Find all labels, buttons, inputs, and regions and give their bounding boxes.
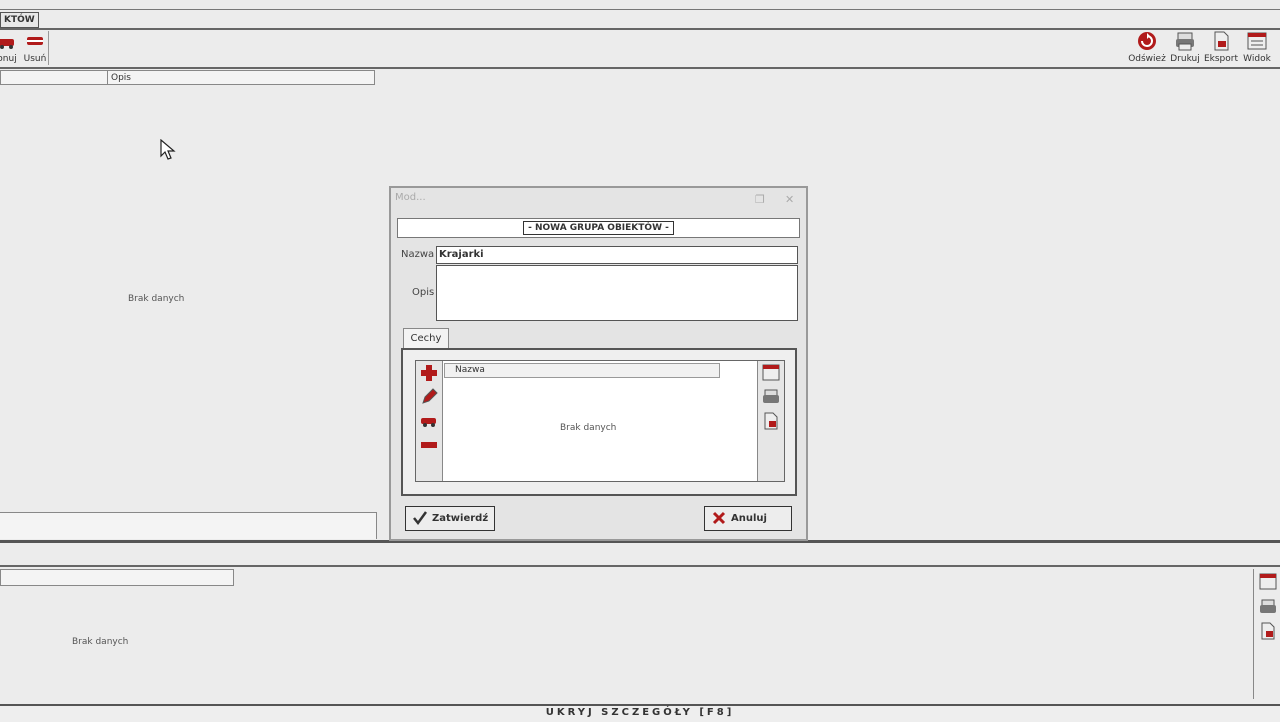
confirm-button-label: Zatwierdź — [432, 513, 489, 524]
dialog-header: - NOWA GRUPA OBIEKTÓW - — [397, 218, 800, 238]
grid-left-toolbar — [416, 361, 443, 481]
features-panel: Nazwa Brak danych — [401, 348, 797, 496]
grid-print-icon[interactable] — [761, 387, 781, 407]
grid-column-name[interactable]: Nazwa — [444, 363, 720, 378]
export-icon — [1214, 31, 1229, 51]
edit-button[interactable]: onuj — [0, 30, 20, 64]
export-small-icon[interactable] — [1258, 621, 1278, 641]
refresh-button-label: Odśwież — [1128, 54, 1166, 64]
delete-button[interactable]: Usuń — [22, 30, 48, 64]
name-label: Nazwa — [401, 249, 435, 260]
export-button-label: Eksport — [1203, 54, 1239, 64]
restore-icon[interactable]: ❐ — [755, 193, 765, 206]
edit-button-label: onuj — [0, 54, 17, 64]
main-list-footer — [0, 512, 377, 539]
name-input[interactable]: Krajarki — [436, 246, 798, 264]
top-divider — [0, 9, 1280, 10]
delete-button-label: Usuń — [23, 54, 47, 64]
column-header-blank[interactable] — [0, 70, 108, 85]
confirm-button[interactable]: Zatwierdź — [405, 506, 495, 531]
car-small-icon[interactable] — [419, 411, 439, 431]
checkmark-icon — [413, 511, 428, 526]
print-button-label: Drukuj — [1170, 54, 1200, 64]
tab-features[interactable]: Cechy — [403, 328, 449, 350]
refresh-button[interactable]: Odśwież — [1128, 30, 1166, 64]
cancel-button-label: Anuluj — [731, 513, 767, 524]
toggle-details-bar[interactable]: UKRYJ SZCZEGÓŁY [F8] — [0, 704, 1280, 722]
grid-columns-icon[interactable] — [761, 363, 781, 383]
grid-empty-text: Brak danych — [560, 423, 617, 433]
lower-list-header[interactable] — [0, 569, 234, 586]
toolbar-separator — [48, 31, 49, 65]
cancel-button[interactable]: Anuluj — [704, 506, 792, 531]
module-tab[interactable]: KTÓW — [0, 12, 39, 28]
cancel-x-icon — [712, 511, 726, 525]
edit-icon[interactable] — [419, 387, 439, 407]
description-label: Opis — [412, 287, 435, 298]
description-input[interactable] — [436, 265, 798, 321]
print-button[interactable]: Drukuj — [1168, 30, 1202, 64]
close-icon[interactable]: ✕ — [785, 193, 794, 206]
columns-icon[interactable] — [1258, 572, 1278, 592]
main-list-empty-text: Brak danych — [128, 294, 185, 304]
column-header-description[interactable]: Opis — [107, 70, 375, 85]
add-icon[interactable] — [419, 363, 439, 383]
view-button-label: Widok — [1243, 54, 1271, 64]
lower-list-right-border — [1253, 569, 1254, 699]
mouse-pointer-icon — [160, 139, 176, 160]
lower-toolbar-divider — [0, 565, 1280, 567]
grid-export-icon[interactable] — [761, 411, 781, 431]
remove-small-icon[interactable] — [419, 435, 439, 455]
new-group-dialog: Mod... ❐ ✕ - NOWA GRUPA OBIEKTÓW - Nazwa… — [389, 186, 808, 541]
view-button[interactable]: Widok — [1240, 30, 1274, 64]
features-grid: Nazwa Brak danych — [415, 360, 785, 482]
toolbar-divider — [0, 28, 1280, 30]
print-small-icon[interactable] — [1258, 597, 1278, 617]
lower-list-empty-text: Brak danych — [72, 637, 129, 647]
dialog-title: Mod... — [395, 192, 426, 203]
dialog-header-text: - NOWA GRUPA OBIEKTÓW - — [523, 221, 674, 235]
refresh-icon — [1138, 32, 1156, 50]
remove-icon — [27, 37, 43, 45]
export-button[interactable]: Eksport — [1203, 30, 1239, 64]
toolbar-bottom-divider — [0, 67, 1280, 69]
car-icon — [0, 39, 14, 49]
print-icon — [1176, 32, 1194, 51]
view-icon — [1247, 32, 1267, 50]
grid-right-toolbar — [757, 361, 784, 481]
